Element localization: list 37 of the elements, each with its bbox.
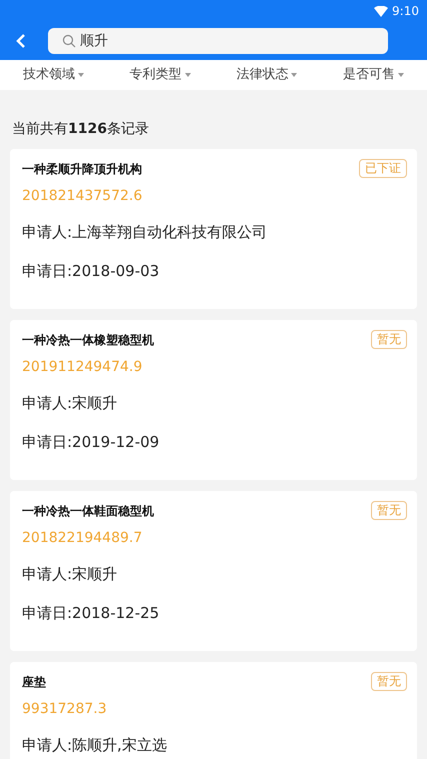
filter-dropdown[interactable]: 法律状态	[214, 65, 320, 85]
patent-title: 座垫	[22, 674, 46, 690]
status-badge: 暂无	[371, 672, 407, 691]
filter-dropdown[interactable]: 专利类型	[106, 65, 214, 85]
back-icon	[16, 34, 26, 48]
patent-card[interactable]: 一种冷热一体橡塑稳型机 暂无 201911249474.9 申请人:宋顺升 申请日:2019-12-09	[10, 320, 417, 480]
patent-title: 一种冷热一体橡塑稳型机	[22, 332, 154, 348]
status-badge: 暂无	[371, 501, 407, 520]
status-badge: 已下证	[359, 159, 407, 178]
caret-icon	[78, 73, 84, 77]
wifi-icon	[374, 6, 388, 16]
patent-title: 一种柔顺升降顶升机构	[22, 160, 142, 178]
applicant-text: 申请人:宋顺升	[22, 393, 118, 414]
status-time: 9:10	[392, 3, 419, 20]
patent-title: 一种冷热一体鞋面稳型机	[22, 502, 154, 520]
applicant-text: 申请人:宋顺升	[22, 564, 118, 585]
applicant-text: 申请人:陈顺升,宋立选	[22, 735, 168, 756]
filing-date: 申请日:2019-12-09	[22, 432, 160, 452]
filing-date: 申请日:2018-12-25	[22, 602, 160, 624]
patent-card[interactable]: 一种柔顺升降顶升机构 已下证 201821437572.6 申请人:上海莘翔自动化科技有限公司 申请日:2018-09-03	[10, 149, 417, 309]
filing-date: 申请日:2018-09-03	[22, 260, 160, 282]
filter-dropdown[interactable]: 技术领域	[0, 65, 107, 85]
caret-icon	[291, 73, 298, 77]
patent-number: 99317287.3	[22, 700, 108, 719]
filter-dropdown[interactable]: 是否可售	[320, 65, 427, 85]
patent-card[interactable]: 座垫 暂无 99317287.3 申请人:陈顺升,宋立选	[10, 662, 417, 759]
caret-icon	[398, 73, 404, 77]
result-count: 当前共有1126条记录	[11, 120, 150, 139]
patent-number: 201911249474.9	[22, 358, 144, 377]
applicant-text: 申请人:上海莘翔自动化科技有限公司	[22, 222, 268, 243]
patent-card[interactable]: 一种冷热一体鞋面稳型机 暂无 201822194489.7 申请人:宋顺升 申请日:2018-12-25	[10, 491, 417, 651]
status-badge: 暂无	[371, 330, 407, 349]
search-field[interactable]: 顺升	[48, 28, 388, 54]
search-icon	[62, 34, 76, 48]
patent-number: 201821437572.6	[22, 187, 144, 206]
caret-icon	[184, 73, 191, 77]
patent-number: 201822194489.7	[22, 529, 144, 548]
